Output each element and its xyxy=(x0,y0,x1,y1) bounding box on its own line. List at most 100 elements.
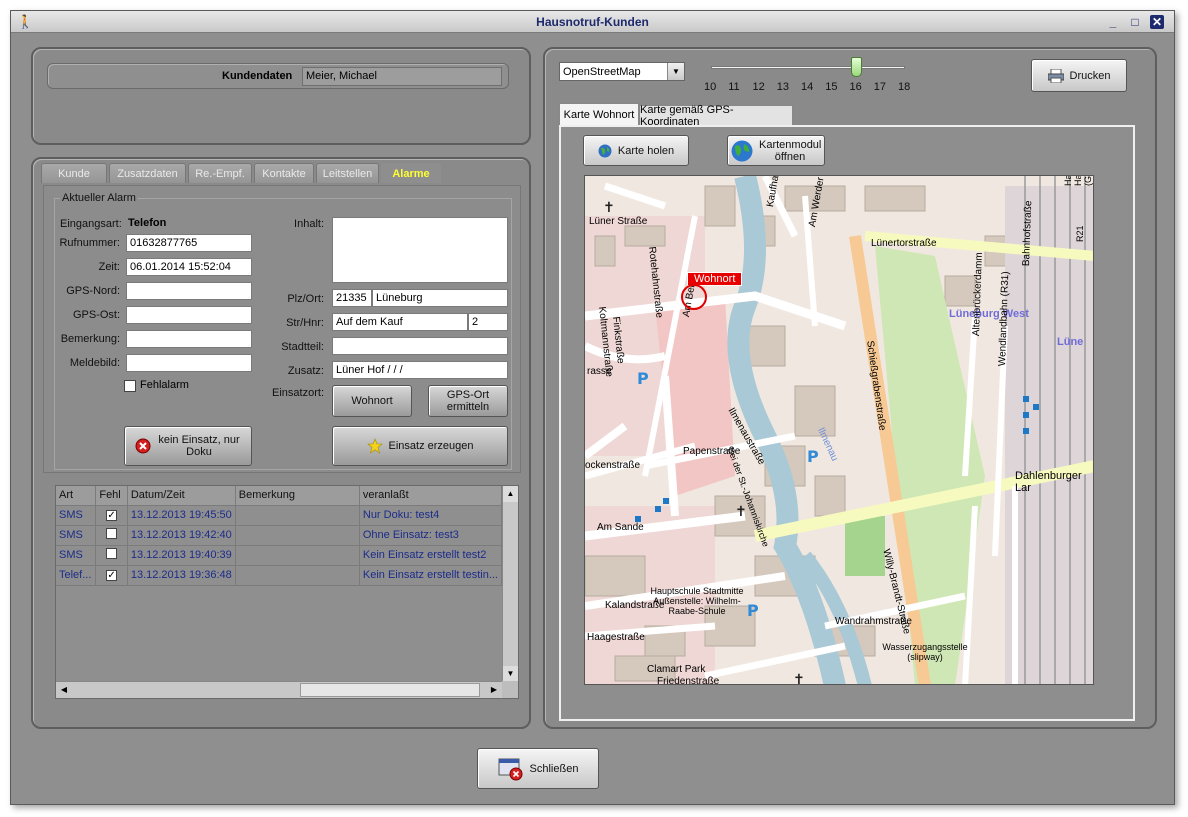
gps-nord-field[interactable] xyxy=(126,282,252,300)
kartenmodul-label: Kartenmodul öffnen xyxy=(759,138,822,163)
close-window-button[interactable]: ✕ xyxy=(1150,15,1164,29)
kartenmodul-button[interactable]: Kartenmodul öffnen xyxy=(727,135,825,166)
zoom-tick-label: 13 xyxy=(776,81,789,93)
meldebild-field[interactable] xyxy=(126,354,252,372)
tab-leitstellen[interactable]: Leitstellen xyxy=(316,163,379,183)
map-provider-select[interactable]: OpenStreetMap ▼ xyxy=(559,62,685,81)
title-bar: 🚶 Hausnotruf-Kunden _ □ ✕ xyxy=(11,11,1174,33)
minimize-button[interactable]: _ xyxy=(1106,15,1120,29)
col-veranlasst[interactable]: veranlaßt xyxy=(359,486,503,506)
main-window: 🚶 Hausnotruf-Kunden _ □ ✕ Kundendaten Me… xyxy=(10,10,1175,805)
vertical-scrollbar[interactable]: ▲ ▼ xyxy=(502,486,518,682)
table-row[interactable]: SMS 13.12.2013 19:40:39 Kein Einsatz ers… xyxy=(56,545,503,566)
tab-bar: Kunde Zusatzdaten Re.-Empf. Kontakte Lei… xyxy=(41,163,521,183)
fehl-checkbox[interactable] xyxy=(106,528,118,539)
tab-karte-wohnort[interactable]: Karte Wohnort xyxy=(559,103,639,125)
zoom-thumb[interactable] xyxy=(850,57,862,77)
zusatz-label: Zusatz: xyxy=(287,365,324,377)
tab-zusatzdaten[interactable]: Zusatzdaten xyxy=(109,163,186,183)
wohnort-button[interactable]: Wohnort xyxy=(332,385,412,417)
plz-field[interactable]: 21335 xyxy=(332,289,372,307)
zoom-tick-label: 16 xyxy=(849,81,862,93)
table-row[interactable]: SMS 13.12.2013 19:42:40 Ohne Einsatz: te… xyxy=(56,525,503,546)
table-row[interactable]: SMS ✓ 13.12.2013 19:45:50 Nur Doku: test… xyxy=(56,505,503,526)
scroll-right-icon[interactable]: ▶ xyxy=(486,682,502,698)
horizontal-scrollbar[interactable]: ◀ ▶ xyxy=(56,681,502,698)
zoom-tick-label: 12 xyxy=(752,81,765,93)
rufnummer-label: Rufnummer: xyxy=(59,237,120,249)
scroll-left-icon[interactable]: ◀ xyxy=(56,682,72,698)
gps-ost-field[interactable] xyxy=(126,306,252,324)
eingangsart-value: Telefon xyxy=(128,217,167,229)
street-field[interactable]: Auf dem Kauf xyxy=(332,313,468,331)
scroll-thumb[interactable] xyxy=(300,683,480,697)
bemerkung-field[interactable] xyxy=(126,330,252,348)
zoom-tick-label: 11 xyxy=(728,81,740,93)
table-header-row: Art Fehl Datum/Zeit Bemerkung veranlaßt xyxy=(56,486,503,506)
schliessen-label: Schließen xyxy=(529,762,579,775)
map-label: rasse xyxy=(587,366,612,377)
zeit-field[interactable]: 06.01.2014 15:52:04 xyxy=(126,258,252,276)
fehl-checkbox[interactable]: ✓ xyxy=(106,510,118,521)
col-bemerkung[interactable]: Bemerkung xyxy=(235,486,360,506)
cancel-icon xyxy=(135,438,151,454)
meldebild-label: Meldebild: xyxy=(69,357,120,369)
fehl-checkbox[interactable] xyxy=(106,548,118,559)
svg-text:P: P xyxy=(747,601,759,620)
fehlalarm-label: Fehlalarm xyxy=(140,379,189,391)
karte-holen-button[interactable]: Karte holen xyxy=(583,135,689,166)
cell-bemerkung xyxy=(235,525,360,546)
scroll-down-icon[interactable]: ▼ xyxy=(503,666,518,682)
map-label: Lünertorstraße xyxy=(871,238,937,249)
maximize-button[interactable]: □ xyxy=(1128,15,1142,29)
left-panel: Kunde Zusatzdaten Re.-Empf. Kontakte Lei… xyxy=(31,157,531,729)
fehlalarm-checkbox[interactable] xyxy=(124,380,136,392)
cell-veranlasst: Nur Doku: test4 xyxy=(359,505,503,526)
cell-veranlasst: Kein Einsatz erstellt test2 xyxy=(359,545,503,566)
fehl-checkbox[interactable]: ✓ xyxy=(106,570,118,581)
cell-datum: 13.12.2013 19:40:39 xyxy=(127,545,236,566)
house-number-field[interactable]: 2 xyxy=(468,313,508,331)
rufnummer-field[interactable]: 01632877765 xyxy=(126,234,252,252)
scroll-up-icon[interactable]: ▲ xyxy=(503,486,518,502)
customer-name-field: Meier, Michael xyxy=(302,67,502,86)
table-row[interactable]: Telef... ✓ 13.12.2013 19:36:48 Kein Eins… xyxy=(56,565,503,586)
map-label: Lüneburg West xyxy=(949,308,1029,320)
map-label: Lüne xyxy=(1057,336,1084,348)
col-fehl[interactable]: Fehl xyxy=(95,486,128,506)
inhalt-field[interactable] xyxy=(332,217,508,283)
map-view[interactable]: P P P ✝ ✝ ✝ Lüner Straße Kaufhausstraße … xyxy=(584,175,1094,685)
tab-re-empf[interactable]: Re.-Empf. xyxy=(188,163,252,183)
cell-datum: 13.12.2013 19:42:40 xyxy=(127,525,236,546)
gps-ort-button[interactable]: GPS-Ort ermitteln xyxy=(428,385,508,417)
einsatz-erzeugen-label: Einsatz erzeugen xyxy=(388,440,474,452)
stadtteil-field[interactable] xyxy=(332,337,508,355)
svg-text:✝: ✝ xyxy=(793,672,805,685)
close-window-icon xyxy=(498,758,523,780)
chevron-down-icon[interactable]: ▼ xyxy=(667,63,684,80)
col-datum[interactable]: Datum/Zeit xyxy=(127,486,236,506)
tab-kunde[interactable]: Kunde xyxy=(41,163,107,183)
drucken-button[interactable]: Drucken xyxy=(1031,59,1127,92)
zoom-tick-labels: 10 11 12 13 14 15 16 17 18 xyxy=(704,81,910,95)
col-art[interactable]: Art xyxy=(56,486,97,506)
tab-kontakte[interactable]: Kontakte xyxy=(254,163,314,183)
customer-panel: Kundendaten Meier, Michael xyxy=(31,47,531,145)
zoom-tick-label: 17 xyxy=(873,81,886,93)
map-label: Wasserzugangsstelle (slipway) xyxy=(882,642,968,662)
drucken-label: Drucken xyxy=(1069,69,1111,82)
location-marker-icon[interactable] xyxy=(681,284,707,310)
tab-alarme[interactable]: Alarme xyxy=(381,163,441,183)
map-panel: OpenStreetMap ▼ 10 11 12 13 14 15 16 17 18 Druck… xyxy=(543,47,1157,729)
zusatz-field[interactable]: Lüner Hof / / / xyxy=(332,361,508,379)
tab-karte-gps[interactable]: Karte gemäß GPS-Koordinaten xyxy=(639,104,793,128)
schliessen-button[interactable]: Schließen xyxy=(477,748,599,789)
kein-einsatz-button[interactable]: kein Einsatz, nur Doku xyxy=(124,426,252,466)
alarm-history-table: Art Fehl Datum/Zeit Bemerkung veranlaßt … xyxy=(55,485,519,699)
cell-bemerkung xyxy=(235,545,360,566)
ort-field[interactable]: Lüneburg xyxy=(372,289,508,307)
zoom-slider[interactable]: 10 11 12 13 14 15 16 17 18 xyxy=(704,57,910,99)
map-label: Friedenstraße xyxy=(657,676,720,685)
zeit-label: Zeit: xyxy=(98,261,120,273)
einsatz-erzeugen-button[interactable]: Einsatz erzeugen xyxy=(332,426,508,466)
